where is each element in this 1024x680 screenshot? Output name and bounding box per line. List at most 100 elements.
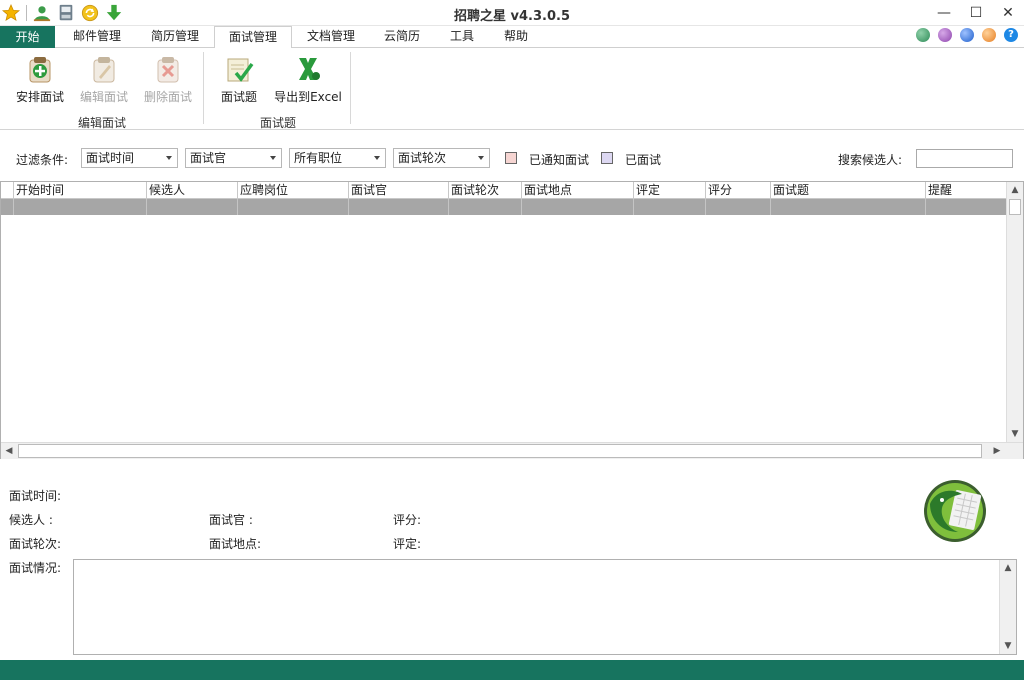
scroll-thumb[interactable] bbox=[18, 444, 982, 458]
schedule-interview-button[interactable]: 安排面试 bbox=[10, 54, 70, 105]
tab-mail[interactable]: 邮件管理 bbox=[62, 26, 132, 48]
table-vertical-scrollbar[interactable]: ▲ ▼ bbox=[1006, 182, 1023, 442]
table-header: 开始时间 候选人 应聘岗位 面试官 面试轮次 面试地点 评定 评分 面试题 提醒 bbox=[1, 182, 1007, 199]
close-button[interactable]: ✕ bbox=[992, 0, 1024, 26]
scroll-down-icon[interactable]: ▼ bbox=[1000, 638, 1016, 654]
notified-legend-swatch bbox=[505, 152, 517, 164]
column-header-round[interactable]: 面试轮次 bbox=[448, 182, 521, 199]
interview-questions-label: 面试题 bbox=[220, 90, 257, 104]
column-header-candidate[interactable]: 候选人 bbox=[146, 182, 237, 199]
time-filter-dropdown[interactable]: 面试时间 bbox=[81, 148, 178, 168]
notified-legend-label: 已通知面试 bbox=[529, 153, 590, 167]
edit-interview-button[interactable]: 编辑面试 bbox=[76, 54, 132, 105]
filter-bar: 过滤条件: 面试时间 面试官 所有职位 面试轮次 已通知面试 已面试 搜索候选人… bbox=[0, 146, 1024, 172]
table-cell[interactable] bbox=[448, 199, 521, 215]
scroll-right-icon[interactable]: ▶ bbox=[989, 443, 1005, 459]
column-header-interviewer[interactable]: 面试官 bbox=[348, 182, 448, 199]
ribbon-tabs: 开始 邮件管理 简历管理 面试管理 文档管理 云简历 工具 帮助 ? bbox=[0, 26, 1024, 49]
export-excel-button[interactable]: 导出到Excel bbox=[274, 54, 342, 105]
position-filter-dropdown[interactable]: 所有职位 bbox=[289, 148, 386, 168]
interview-table: 开始时间 候选人 应聘岗位 面试官 面试轮次 面试地点 评定 评分 面试题 提醒… bbox=[0, 181, 1024, 459]
detail-round-label: 面试轮次: bbox=[9, 537, 62, 551]
detail-rating-label: 评定: bbox=[393, 537, 422, 551]
export-excel-label: 导出到Excel bbox=[274, 90, 342, 104]
tab-help[interactable]: 帮助 bbox=[494, 26, 538, 48]
interviewer-filter-dropdown[interactable]: 面试官 bbox=[185, 148, 282, 168]
column-header-position[interactable]: 应聘岗位 bbox=[237, 182, 348, 199]
minimize-button[interactable]: — bbox=[928, 0, 960, 26]
table-cell[interactable] bbox=[237, 199, 348, 215]
table-cell[interactable] bbox=[146, 199, 237, 215]
delete-interview-button[interactable]: 删除面试 bbox=[140, 54, 196, 105]
tab-documents[interactable]: 文档管理 bbox=[296, 26, 366, 48]
detail-time-label: 面试时间: bbox=[9, 489, 62, 503]
column-header-start-time[interactable]: 开始时间 bbox=[13, 182, 146, 199]
column-header-reminder[interactable]: 提醒 bbox=[925, 182, 1007, 199]
status-bar bbox=[0, 660, 1024, 680]
window-title: 招聘之星 v4.3.0.5 bbox=[454, 9, 570, 24]
title-bar: 招聘之星 v4.3.0.5 — ☐ ✕ bbox=[0, 0, 1024, 26]
column-header-score[interactable]: 评分 bbox=[705, 182, 770, 199]
group-separator bbox=[203, 52, 204, 124]
interviewed-legend-swatch bbox=[601, 152, 613, 164]
column-header-rating[interactable]: 评定 bbox=[633, 182, 705, 199]
tab-tools[interactable]: 工具 bbox=[440, 26, 484, 48]
ribbon: 安排面试 编辑面试 删除面试 编辑面试 面试题 导出到Excel 面试题 bbox=[0, 48, 1024, 130]
table-cell[interactable] bbox=[348, 199, 448, 215]
group-label-interview-questions: 面试题 bbox=[259, 116, 296, 130]
table-cell[interactable] bbox=[925, 199, 1007, 215]
notes-textarea[interactable]: ▲ ▼ bbox=[73, 559, 1017, 655]
excel-icon bbox=[299, 58, 320, 80]
help-icon[interactable]: ? bbox=[1004, 28, 1018, 42]
scroll-up-icon[interactable]: ▲ bbox=[1007, 182, 1023, 198]
tab-start[interactable]: 开始 bbox=[0, 26, 55, 48]
scroll-up-icon[interactable]: ▲ bbox=[1000, 560, 1016, 576]
chevron-down-icon bbox=[270, 156, 276, 160]
position-filter-value: 所有职位 bbox=[294, 151, 343, 165]
column-header-location[interactable]: 面试地点 bbox=[521, 182, 633, 199]
detail-score-label: 评分: bbox=[393, 513, 422, 527]
theme-blue-icon[interactable] bbox=[960, 28, 974, 42]
round-filter-dropdown[interactable]: 面试轮次 bbox=[393, 148, 490, 168]
tab-interview[interactable]: 面试管理 bbox=[214, 26, 292, 49]
chevron-down-icon bbox=[374, 156, 380, 160]
tab-cloud-resume[interactable]: 云简历 bbox=[372, 26, 432, 48]
detail-location-label: 面试地点: bbox=[209, 537, 262, 551]
theme-switcher: ? bbox=[908, 28, 1018, 42]
delete-interview-icon bbox=[157, 57, 179, 83]
round-filter-value: 面试轮次 bbox=[398, 151, 447, 165]
window-controls: — ☐ ✕ bbox=[928, 0, 1024, 26]
column-header-questions[interactable]: 面试题 bbox=[770, 182, 925, 199]
table-row[interactable] bbox=[1, 199, 1007, 215]
interview-questions-button[interactable]: 面试题 bbox=[216, 54, 262, 105]
notes-scrollbar[interactable]: ▲ ▼ bbox=[999, 560, 1016, 654]
detail-interviewer-label: 面试官 : bbox=[209, 513, 253, 527]
interview-questions-icon bbox=[227, 58, 254, 82]
scroll-thumb[interactable] bbox=[1009, 199, 1021, 215]
theme-green-icon[interactable] bbox=[916, 28, 930, 42]
search-candidate-input[interactable] bbox=[916, 149, 1013, 168]
detail-candidate-label: 候选人 : bbox=[9, 513, 53, 527]
schedule-interview-icon bbox=[29, 57, 51, 83]
scroll-left-icon[interactable]: ◀ bbox=[1, 443, 17, 459]
theme-orange-icon[interactable] bbox=[982, 28, 996, 42]
edit-interview-icon bbox=[93, 57, 115, 83]
delete-interview-label: 删除面试 bbox=[143, 90, 192, 104]
table-cell[interactable] bbox=[521, 199, 633, 215]
maximize-button[interactable]: ☐ bbox=[960, 0, 992, 26]
scroll-down-icon[interactable]: ▼ bbox=[1007, 426, 1023, 442]
chevron-down-icon bbox=[478, 156, 484, 160]
search-candidate-label: 搜索候选人: bbox=[838, 153, 903, 167]
table-cell[interactable] bbox=[705, 199, 770, 215]
group-separator bbox=[350, 52, 351, 124]
theme-purple-icon[interactable] bbox=[938, 28, 952, 42]
tab-resume[interactable]: 简历管理 bbox=[140, 26, 210, 48]
table-cell[interactable] bbox=[633, 199, 705, 215]
table-horizontal-scrollbar[interactable]: ◀ ▶ bbox=[1, 442, 1023, 459]
table-cell[interactable] bbox=[770, 199, 925, 215]
interviewed-legend-label: 已面试 bbox=[625, 153, 662, 167]
schedule-interview-label: 安排面试 bbox=[15, 90, 64, 104]
table-cell[interactable] bbox=[13, 199, 146, 215]
chevron-down-icon bbox=[166, 156, 172, 160]
app-logo-icon bbox=[924, 480, 986, 542]
